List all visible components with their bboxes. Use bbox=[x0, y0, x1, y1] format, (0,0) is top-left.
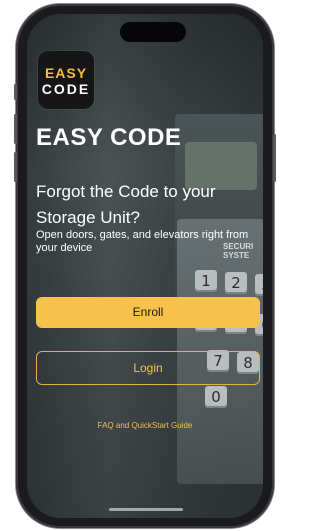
dynamic-island bbox=[120, 22, 186, 42]
volume-up-button bbox=[14, 114, 17, 144]
login-button[interactable]: Login bbox=[36, 351, 260, 385]
welcome-headline: Forgot the Code to your Storage Unit? bbox=[36, 182, 216, 227]
keypad-key: 0 bbox=[205, 386, 227, 408]
app-screen: SECURI SYSTE 1 2 3 4 5 6 7 8 0 EASY CODE… bbox=[27, 14, 263, 518]
faq-quickstart-link[interactable]: FAQ and QuickStart Guide bbox=[27, 421, 263, 430]
logo-text-code: CODE bbox=[41, 81, 91, 97]
app-title: EASY CODE bbox=[36, 124, 182, 151]
keypad-key: 2 bbox=[225, 272, 247, 294]
home-indicator[interactable] bbox=[109, 508, 183, 511]
action-button bbox=[14, 84, 17, 100]
app-logo: EASY CODE bbox=[38, 51, 94, 109]
enroll-button[interactable]: Enroll bbox=[36, 297, 260, 328]
keypad-key: 3 bbox=[255, 274, 263, 296]
keypad-key: 1 bbox=[195, 270, 217, 292]
volume-down-button bbox=[14, 152, 17, 182]
welcome-subline: Open doors, gates, and elevators right f… bbox=[36, 229, 249, 254]
logo-text-easy: EASY bbox=[44, 65, 88, 81]
power-button bbox=[273, 134, 276, 182]
